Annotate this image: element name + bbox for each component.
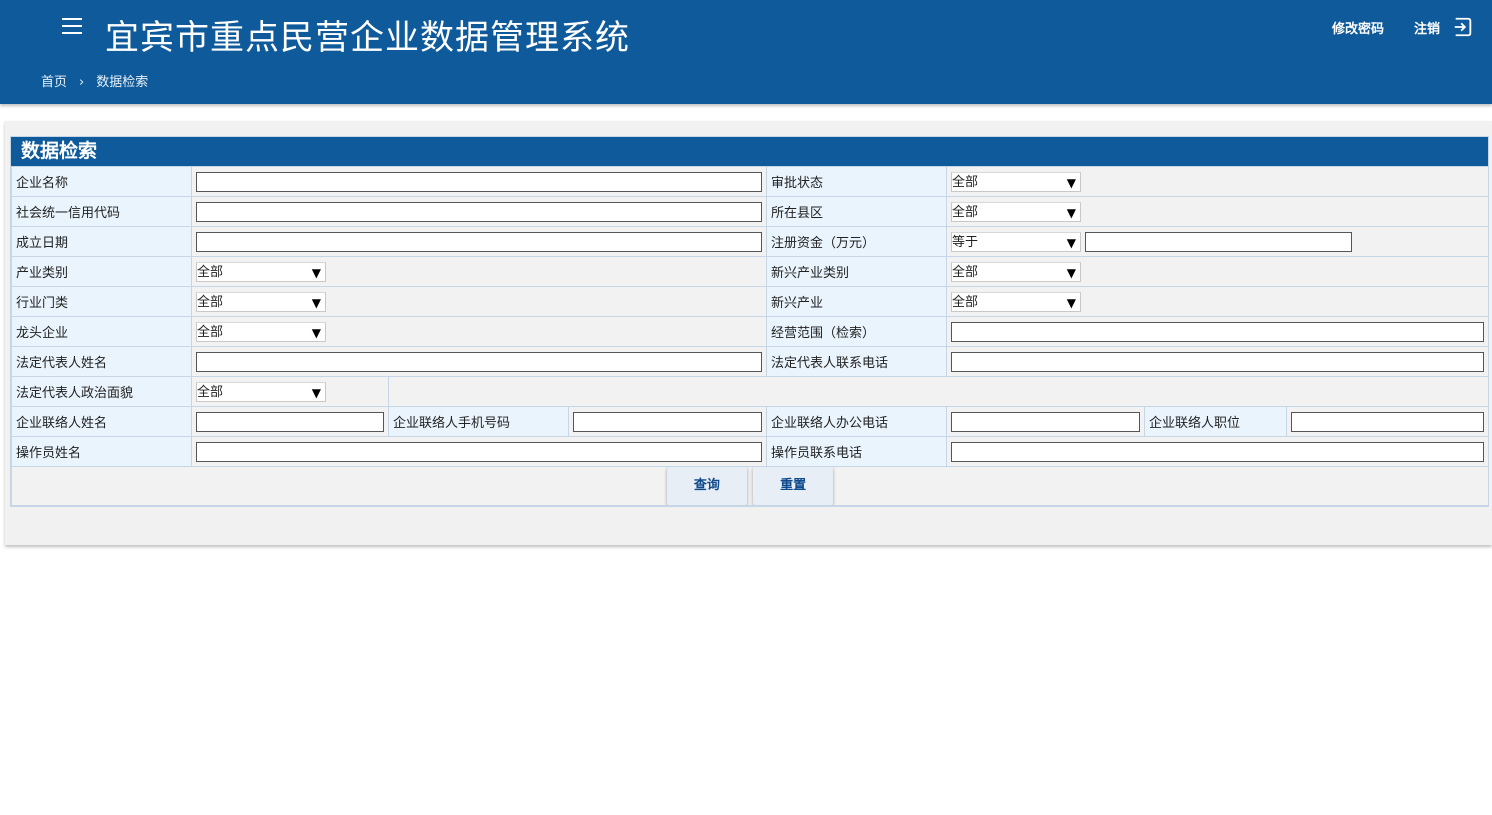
registered-capital-input[interactable] [1085, 231, 1352, 252]
breadcrumb-home[interactable]: 首页 [41, 75, 67, 90]
credit-code-input[interactable] [196, 201, 762, 222]
form-row: 法定代表人政治面貌 全部 ▼ [11, 376, 1490, 407]
dropdown-arrow-icon: ▼ [311, 325, 321, 340]
search-panel: 数据检索 企业名称 审批状态 全部 ▼ 社会统一信用代码 所在县区 全部 ▼ 成立日… [10, 136, 1490, 507]
app-title: 宜宾市重点民营企业数据管理系统 [105, 18, 630, 58]
hamburger-menu-icon[interactable] [62, 18, 82, 34]
company-name-label: 企业名称 [11, 166, 192, 197]
form-row: 社会统一信用代码 所在县区 全部 ▼ [11, 196, 1490, 227]
logout-link[interactable]: 注销 [1414, 18, 1440, 37]
operator-phone-label: 操作员联系电话 [766, 436, 947, 467]
legal-rep-name-input[interactable] [196, 351, 762, 372]
search-button[interactable]: 查询 [666, 467, 747, 505]
form-row: 法定代表人姓名 法定代表人联系电话 [11, 346, 1490, 377]
contact-position-input[interactable] [1291, 411, 1485, 432]
dropdown-arrow-icon: ▼ [311, 385, 321, 400]
leading-enterprise-label: 龙头企业 [11, 316, 192, 347]
breadcrumb-current: 数据检索 [96, 75, 149, 90]
registered-capital-operator-select[interactable]: 等于 ▼ [951, 231, 1081, 252]
content-area: 数据检索 企业名称 审批状态 全部 ▼ 社会统一信用代码 所在县区 全部 ▼ 成立日… [5, 121, 1492, 545]
business-scope-input[interactable] [951, 321, 1485, 342]
approval-status-label: 审批状态 [766, 166, 947, 197]
county-select[interactable]: 全部 ▼ [951, 201, 1081, 222]
legal-rep-political-label: 法定代表人政治面貌 [11, 376, 192, 407]
dropdown-arrow-icon: ▼ [1066, 265, 1076, 280]
registered-capital-label: 注册资金（万元） [766, 226, 947, 257]
business-scope-label: 经营范围（检索） [766, 316, 947, 347]
logout-icon[interactable] [1452, 16, 1474, 38]
operator-name-label: 操作员姓名 [11, 436, 192, 467]
operator-phone-input[interactable] [951, 441, 1485, 462]
app-header: 宜宾市重点民营企业数据管理系统 首页 › 数据检索 修改密码 注销 [0, 0, 1492, 104]
empty-cell [387, 376, 1490, 407]
dropdown-arrow-icon: ▼ [1066, 295, 1076, 310]
button-row: 查询 重置 [10, 466, 1490, 506]
breadcrumb-separator: › [79, 75, 85, 90]
reset-button[interactable]: 重置 [753, 467, 834, 505]
industry-sector-label: 行业门类 [11, 286, 192, 317]
panel-title: 数据检索 [11, 137, 1488, 166]
approval-status-select[interactable]: 全部 ▼ [951, 171, 1081, 192]
industry-category-label: 产业类别 [11, 256, 192, 287]
legal-rep-political-select[interactable]: 全部 ▼ [196, 381, 326, 402]
form-row: 行业门类 全部 ▼ 新兴产业 全部 ▼ [11, 286, 1490, 317]
emerging-category-label: 新兴产业类别 [766, 256, 947, 287]
contact-mobile-label: 企业联络人手机号码 [388, 406, 569, 437]
dropdown-arrow-icon: ▼ [1066, 205, 1076, 220]
leading-enterprise-select[interactable]: 全部 ▼ [196, 321, 326, 342]
legal-rep-phone-label: 法定代表人联系电话 [766, 346, 947, 377]
contact-position-label: 企业联络人职位 [1144, 406, 1287, 437]
form-row: 龙头企业 全部 ▼ 经营范围（检索） [11, 316, 1490, 347]
top-actions: 修改密码 注销 [1302, 16, 1474, 38]
contact-office-phone-label: 企业联络人办公电话 [766, 406, 947, 437]
legal-rep-name-label: 法定代表人姓名 [11, 346, 192, 377]
contact-name-input[interactable] [196, 411, 384, 432]
emerging-industry-label: 新兴产业 [766, 286, 947, 317]
contact-office-phone-input[interactable] [951, 411, 1140, 432]
change-password-link[interactable]: 修改密码 [1332, 18, 1384, 37]
form-row: 成立日期 注册资金（万元） 等于 ▼ [11, 226, 1490, 257]
dropdown-arrow-icon: ▼ [1066, 175, 1076, 190]
emerging-industry-select[interactable]: 全部 ▼ [951, 291, 1081, 312]
form-row: 企业名称 审批状态 全部 ▼ [11, 166, 1490, 197]
breadcrumb: 首页 › 数据检索 [41, 71, 148, 90]
industry-category-select[interactable]: 全部 ▼ [196, 261, 326, 282]
company-name-input[interactable] [196, 171, 762, 192]
dropdown-arrow-icon: ▼ [311, 265, 321, 280]
established-date-label: 成立日期 [11, 226, 192, 257]
county-label: 所在县区 [766, 196, 947, 227]
contact-name-label: 企业联络人姓名 [11, 406, 192, 437]
operator-name-input[interactable] [196, 441, 762, 462]
dropdown-arrow-icon: ▼ [1066, 235, 1076, 250]
form-row: 操作员姓名 操作员联系电话 [11, 436, 1490, 467]
emerging-category-select[interactable]: 全部 ▼ [951, 261, 1081, 282]
contact-mobile-input[interactable] [573, 411, 762, 432]
search-form: 企业名称 审批状态 全部 ▼ 社会统一信用代码 所在县区 全部 ▼ 成立日期 注册资… [10, 166, 1490, 506]
industry-sector-select[interactable]: 全部 ▼ [196, 291, 326, 312]
established-date-input[interactable] [196, 231, 762, 252]
form-row: 企业联络人姓名 企业联络人手机号码 企业联络人办公电话 企业联络人职位 [11, 406, 1490, 437]
credit-code-label: 社会统一信用代码 [11, 196, 192, 227]
legal-rep-phone-input[interactable] [951, 351, 1485, 372]
dropdown-arrow-icon: ▼ [311, 295, 321, 310]
form-row: 产业类别 全部 ▼ 新兴产业类别 全部 ▼ [11, 256, 1490, 287]
